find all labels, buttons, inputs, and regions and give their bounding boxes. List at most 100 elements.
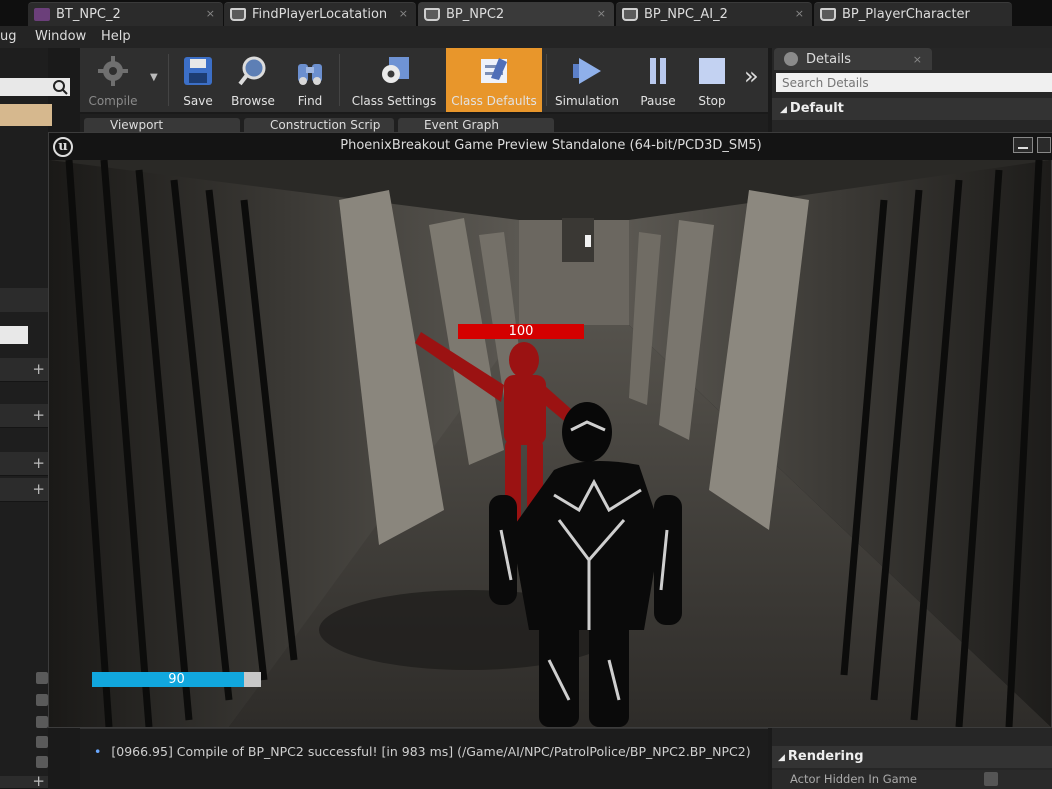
info-icon	[784, 52, 798, 66]
search-icon[interactable]	[50, 78, 70, 96]
pause-button[interactable]: Pause	[632, 48, 684, 112]
close-icon[interactable]: ×	[206, 7, 215, 20]
class-settings-label: Class Settings	[351, 94, 437, 108]
tab-details[interactable]: Details ×	[774, 48, 932, 70]
panel-header	[0, 288, 48, 312]
stop-label: Stop	[698, 94, 726, 108]
details-panel: Details × ◢Default	[772, 48, 1052, 138]
default-section-label: Default	[789, 101, 844, 116]
default-section-header[interactable]: ◢ Default	[772, 98, 1052, 120]
log-entry[interactable]: • [0966.95] Compile of BP_NPC2 successful…	[94, 744, 751, 759]
browse-button[interactable]: Browse	[226, 48, 280, 112]
tab-label: BP_NPC_AI_2	[644, 7, 728, 22]
blueprint-icon	[230, 8, 246, 21]
category-row[interactable]: +	[0, 452, 48, 476]
category-row[interactable]: +	[0, 358, 48, 382]
chevron-down-icon[interactable]: ▼	[150, 72, 158, 83]
window-title-bar[interactable]: u PhoenixBreakout Game Preview Standalon…	[49, 133, 1052, 160]
game-preview-window[interactable]: u PhoenixBreakout Game Preview Standalon…	[48, 132, 1052, 728]
plus-icon[interactable]: +	[32, 360, 45, 378]
close-icon[interactable]: ×	[795, 7, 804, 20]
left-panel: + + + + +	[0, 48, 70, 789]
actor-hidden-label: Actor Hidden In Game	[772, 770, 1052, 789]
player-health-bar: 90	[92, 672, 261, 687]
plus-icon[interactable]: +	[32, 772, 45, 789]
browse-label: Browse	[231, 94, 275, 108]
menu-help[interactable]: Help	[101, 29, 131, 44]
compiler-results-log: • [0966.95] Compile of BP_NPC2 successful…	[80, 728, 768, 789]
left-search-field-2[interactable]	[0, 326, 28, 344]
close-icon[interactable]: ×	[913, 53, 922, 66]
magnifier-icon	[236, 54, 270, 88]
expand-arrow-icon: ◢	[778, 753, 785, 763]
tab-label: FindPlayerLocatation	[252, 7, 388, 22]
tab-label: BP_NPC2	[446, 7, 505, 22]
tab-bp-npc-ai-2[interactable]: BP_NPC_AI_2 ×	[616, 2, 812, 26]
simulate-play-icon	[570, 54, 604, 88]
compile-button[interactable]: Compile	[82, 48, 144, 112]
binoculars-icon	[293, 54, 327, 88]
tab-label: BT_NPC_2	[56, 7, 121, 22]
compile-label: Compile	[88, 94, 138, 108]
checkbox[interactable]	[36, 672, 48, 684]
actor-hidden-checkbox[interactable]	[984, 772, 998, 786]
gear-icon	[96, 54, 130, 88]
category-row[interactable]: +	[0, 772, 48, 789]
minimize-icon	[1018, 147, 1028, 149]
checkbox[interactable]	[36, 736, 48, 748]
simulation-button[interactable]: Simulation	[552, 48, 622, 112]
enemy-health-value: 100	[508, 324, 534, 339]
save-label: Save	[183, 94, 213, 108]
blueprint-toolbar: Compile ▼ Save Browse Find Class Setting…	[80, 48, 768, 112]
find-button[interactable]: Find	[286, 48, 334, 112]
selected-item[interactable]	[0, 104, 52, 126]
class-defaults-label: Class Defaults	[451, 94, 537, 108]
divider	[168, 54, 169, 106]
tab-bp-player-character[interactable]: BP_PlayerCharacter	[814, 2, 1012, 26]
menu-debug[interactable]: ug	[0, 29, 17, 44]
settings-gear-icon	[377, 54, 411, 88]
menu-bar: ug Window Help	[0, 26, 1052, 48]
floppy-disk-icon	[181, 54, 215, 88]
close-icon[interactable]: ×	[399, 7, 408, 20]
window-title: PhoenixBreakout Game Preview Standalone …	[340, 138, 762, 153]
maximize-button[interactable]	[1037, 137, 1051, 153]
save-button[interactable]: Save	[174, 48, 222, 112]
plus-icon[interactable]: +	[32, 406, 45, 424]
behavior-tree-icon	[34, 8, 50, 21]
checkbox[interactable]	[36, 716, 48, 728]
details-rendering-area: ◢ Rendering Actor Hidden In Game	[772, 728, 1052, 789]
tab-label: BP_PlayerCharacter	[842, 7, 970, 22]
log-message: [0966.95] Compile of BP_NPC2 successful!…	[111, 744, 751, 759]
close-icon[interactable]: ×	[597, 7, 606, 20]
checkbox[interactable]	[36, 756, 48, 768]
log-bullet: •	[94, 744, 102, 759]
blueprint-icon	[424, 8, 440, 21]
plus-icon[interactable]: +	[32, 454, 45, 472]
stop-button[interactable]: Stop	[686, 48, 738, 112]
category-row[interactable]: +	[0, 478, 48, 502]
plus-icon[interactable]: +	[32, 480, 45, 498]
details-tab-label: Details	[806, 51, 852, 67]
divider	[546, 54, 547, 106]
class-settings-button[interactable]: Class Settings	[346, 48, 442, 112]
minimize-button[interactable]	[1013, 137, 1033, 153]
rendering-section-header[interactable]: ◢ Rendering	[772, 746, 1052, 768]
toolbar-overflow-icon[interactable]: »	[744, 62, 759, 90]
game-viewport[interactable]: 100 90	[49, 160, 1051, 727]
player-health-value: 90	[168, 672, 185, 687]
pause-label: Pause	[640, 94, 676, 108]
tab-bp-npc2[interactable]: BP_NPC2 ×	[418, 2, 614, 26]
class-defaults-button[interactable]: Class Defaults	[446, 48, 542, 112]
simulation-label: Simulation	[555, 94, 619, 108]
search-details-input[interactable]	[776, 73, 1052, 92]
checkbox[interactable]	[36, 694, 48, 706]
stop-icon	[695, 54, 729, 88]
tab-bt-npc-2[interactable]: BT_NPC_2 ×	[28, 2, 223, 26]
blueprint-icon	[820, 8, 836, 21]
tab-find-player-location[interactable]: FindPlayerLocatation ×	[224, 2, 416, 26]
enemy-health-bar: 100	[458, 324, 584, 339]
blueprint-icon	[622, 8, 638, 21]
menu-window[interactable]: Window	[35, 29, 86, 44]
category-row[interactable]: +	[0, 404, 48, 428]
